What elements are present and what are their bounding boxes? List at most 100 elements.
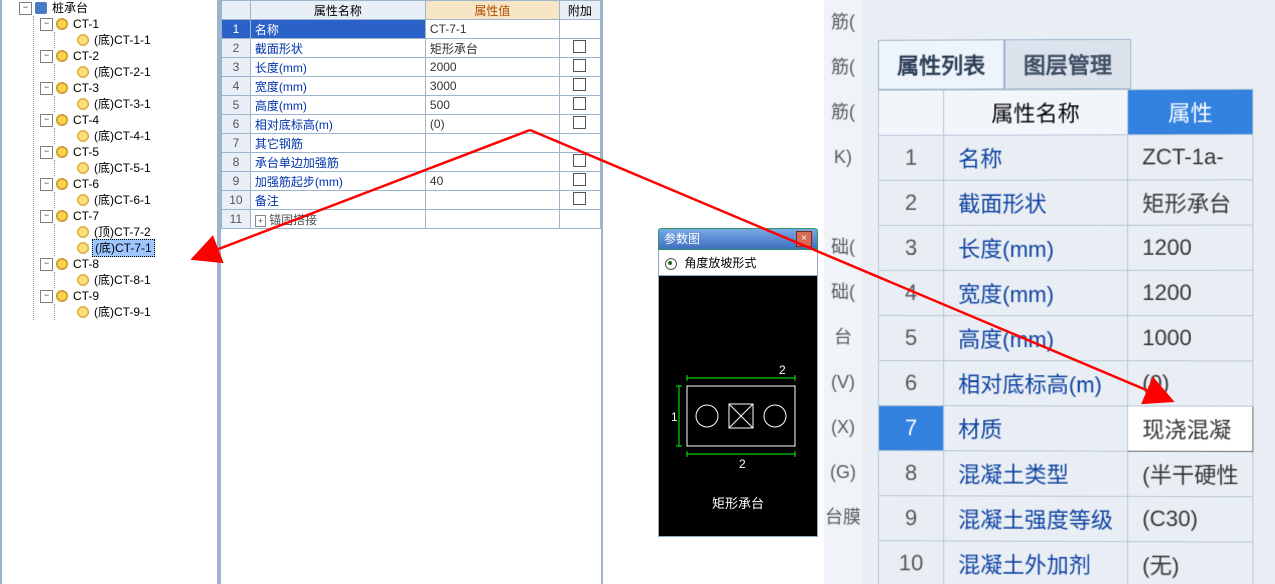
table-row[interactable]: 9混凝土强度等级(C30) xyxy=(879,496,1254,542)
cell-value[interactable]: (0) xyxy=(425,115,559,134)
tree-group-node[interactable]: −CT-2 xyxy=(38,48,215,64)
table-row[interactable]: 9加强筋起步(mm)40 xyxy=(222,172,601,191)
tab-layer-manage[interactable]: 图层管理 xyxy=(1004,39,1131,90)
col-header-name[interactable]: 属性名称 xyxy=(250,1,425,20)
cell-addon[interactable] xyxy=(559,210,600,229)
tree-leaf-node[interactable]: (底)CT-4-1 xyxy=(59,128,215,144)
tree-leaf-node[interactable]: (底)CT-2-1 xyxy=(59,64,215,80)
table-row[interactable]: 4宽度(mm)1200 xyxy=(879,270,1254,315)
cell-value[interactable]: (半干硬性 xyxy=(1128,451,1254,497)
checkbox-icon[interactable] xyxy=(573,154,586,167)
checkbox-icon[interactable] xyxy=(573,192,586,205)
cell-addon[interactable] xyxy=(559,153,600,172)
cell-addon[interactable] xyxy=(559,172,600,191)
cell-name[interactable]: 长度(mm) xyxy=(944,225,1128,270)
cell-value[interactable]: 1200 xyxy=(1128,225,1254,270)
col-header-value[interactable]: 属性值 xyxy=(425,1,559,20)
tree-leaf-node[interactable]: (底)CT-3-1 xyxy=(59,96,215,112)
cell-name[interactable]: 长度(mm) xyxy=(250,58,425,77)
tree-root-node[interactable]: −桩承台 xyxy=(17,0,215,16)
checkbox-icon[interactable] xyxy=(573,116,586,129)
cell-value[interactable]: CT-7-1 xyxy=(425,20,559,39)
cell-addon[interactable] xyxy=(559,115,600,134)
photo-col-name[interactable]: 属性名称 xyxy=(944,90,1128,136)
tab-property-list[interactable]: 属性列表 xyxy=(878,39,1004,90)
param-titlebar[interactable]: 参数图 × xyxy=(658,228,818,250)
collapse-icon[interactable]: − xyxy=(19,2,32,15)
cell-value[interactable] xyxy=(425,153,559,172)
checkbox-icon[interactable] xyxy=(573,40,586,53)
expand-icon[interactable]: + xyxy=(255,215,266,227)
cell-name[interactable]: 名称 xyxy=(250,20,425,39)
close-icon[interactable]: × xyxy=(796,231,812,247)
tree-group-node[interactable]: −CT-8 xyxy=(38,256,215,272)
cell-value[interactable]: 1200 xyxy=(1128,270,1254,315)
table-row[interactable]: 4宽度(mm)3000 xyxy=(222,77,601,96)
checkbox-icon[interactable] xyxy=(573,173,586,186)
cell-name[interactable]: +锚固搭接 xyxy=(250,210,425,229)
checkbox-icon[interactable] xyxy=(573,97,586,110)
collapse-icon[interactable]: − xyxy=(40,50,53,63)
tree-leaf-node[interactable]: (底)CT-9-1 xyxy=(59,304,215,320)
cell-name[interactable]: 加强筋起步(mm) xyxy=(250,172,425,191)
col-header-addon[interactable]: 附加 xyxy=(559,1,600,20)
table-row[interactable]: 3长度(mm)2000 xyxy=(222,58,601,77)
collapse-icon[interactable]: − xyxy=(40,210,53,223)
cell-name[interactable]: 备注 xyxy=(250,191,425,210)
cell-name[interactable]: 截面形状 xyxy=(944,180,1128,225)
tree-leaf-node[interactable]: (底)CT-8-1 xyxy=(59,272,215,288)
property-table[interactable]: 属性名称 属性值 附加 1名称CT-7-12截面形状矩形承台3长度(mm)200… xyxy=(221,0,601,229)
cell-addon[interactable] xyxy=(559,77,600,96)
table-row[interactable]: 1名称CT-7-1 xyxy=(222,20,601,39)
cell-value[interactable]: 40 xyxy=(425,172,559,191)
cell-value[interactable]: (0) xyxy=(1128,361,1254,406)
cell-name[interactable]: 混凝土强度等级 xyxy=(944,496,1128,542)
table-row[interactable]: 2截面形状矩形承台 xyxy=(879,180,1254,226)
tree-group-node[interactable]: −CT-9 xyxy=(38,288,215,304)
table-row[interactable]: 2截面形状矩形承台 xyxy=(222,39,601,58)
tree-group-node[interactable]: −CT-6 xyxy=(38,176,215,192)
photo-property-table[interactable]: 属性名称 属性 1名称ZCT-1a-2截面形状矩形承台3长度(mm)12004宽… xyxy=(878,89,1254,584)
tree-group-node[interactable]: −CT-5 xyxy=(38,144,215,160)
cell-value[interactable]: 矩形承台 xyxy=(1128,180,1254,225)
cell-name[interactable]: 宽度(mm) xyxy=(250,77,425,96)
cell-name[interactable]: 相对底标高(m) xyxy=(250,115,425,134)
tree-leaf-node[interactable]: (底)CT-6-1 xyxy=(59,192,215,208)
cell-addon[interactable] xyxy=(559,58,600,77)
collapse-icon[interactable]: − xyxy=(40,18,53,31)
cell-name[interactable]: 名称 xyxy=(944,135,1128,180)
cell-addon[interactable] xyxy=(559,39,600,58)
cell-value[interactable]: 500 xyxy=(425,96,559,115)
cell-value[interactable]: (C30) xyxy=(1128,496,1254,542)
collapse-icon[interactable]: − xyxy=(40,178,53,191)
table-row[interactable]: 3长度(mm)1200 xyxy=(879,225,1254,270)
cell-value[interactable] xyxy=(425,134,559,153)
photo-col-value[interactable]: 属性 xyxy=(1128,89,1254,135)
tree-group-node[interactable]: −CT-7 xyxy=(38,208,215,224)
cell-value[interactable]: 矩形承台 xyxy=(425,39,559,58)
table-row[interactable]: 8混凝土类型(半干硬性 xyxy=(879,451,1254,497)
cell-addon[interactable] xyxy=(559,20,600,39)
table-row[interactable]: 5高度(mm)1000 xyxy=(879,316,1254,361)
table-row[interactable]: 7材质现浇混凝 xyxy=(879,406,1254,452)
cell-value[interactable] xyxy=(425,191,559,210)
cell-addon[interactable] xyxy=(559,191,600,210)
table-row[interactable]: 8承台单边加强筋 xyxy=(222,153,601,172)
table-row[interactable]: 5高度(mm)500 xyxy=(222,96,601,115)
cell-value[interactable]: 3000 xyxy=(425,77,559,96)
collapse-icon[interactable]: − xyxy=(40,258,53,271)
cell-value[interactable]: 现浇混凝 xyxy=(1128,406,1254,451)
cell-name[interactable]: 相对底标高(m) xyxy=(944,361,1128,406)
cell-name[interactable]: 材质 xyxy=(944,406,1128,452)
cell-value[interactable]: 2000 xyxy=(425,58,559,77)
cell-name[interactable]: 承台单边加强筋 xyxy=(250,153,425,172)
cell-addon[interactable] xyxy=(559,96,600,115)
table-row[interactable]: 10混凝土外加剂(无) xyxy=(879,541,1254,584)
tree[interactable]: −桩承台−CT-1(底)CT-1-1−CT-2(底)CT-2-1−CT-3(底)… xyxy=(17,0,215,320)
cell-name[interactable]: 高度(mm) xyxy=(250,96,425,115)
table-row[interactable]: 7其它钢筋 xyxy=(222,134,601,153)
tree-group-node[interactable]: −CT-1 xyxy=(38,16,215,32)
tree-group-node[interactable]: −CT-4 xyxy=(38,112,215,128)
tree-leaf-node[interactable]: (顶)CT-7-2 xyxy=(59,224,215,240)
collapse-icon[interactable]: − xyxy=(40,290,53,303)
